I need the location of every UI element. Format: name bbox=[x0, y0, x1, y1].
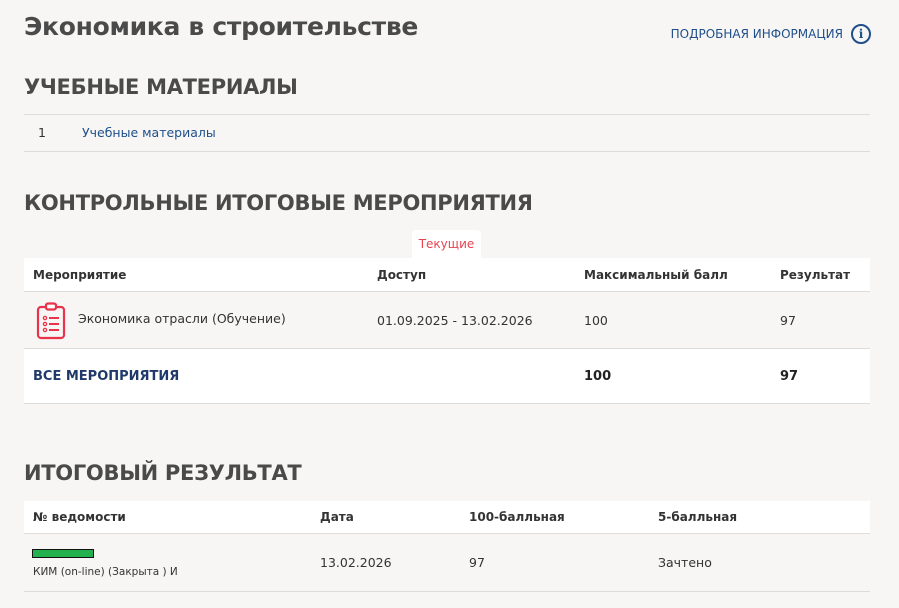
total-label: ВСЕ МЕРОПРИЯТИЯ bbox=[33, 369, 180, 384]
divider bbox=[24, 348, 870, 349]
col-100-scale: 100-балльная bbox=[469, 510, 565, 524]
event-name[interactable]: Экономика отрасли (Обучение) bbox=[78, 311, 286, 326]
divider bbox=[24, 533, 870, 534]
progress-fill bbox=[33, 550, 93, 557]
event-max: 100 bbox=[584, 313, 608, 328]
col-max-score: Максимальный балл bbox=[584, 268, 728, 282]
divider bbox=[24, 591, 870, 592]
total-result: 97 bbox=[780, 369, 799, 384]
col-statement-number: № ведомости bbox=[33, 510, 126, 524]
col-event: Мероприятие bbox=[33, 268, 127, 282]
divider bbox=[24, 403, 870, 404]
page-title: Экономика в строительстве bbox=[24, 12, 419, 41]
progress-bar bbox=[32, 549, 94, 558]
info-icon: i bbox=[851, 24, 871, 44]
col-date: Дата bbox=[320, 510, 354, 524]
materials-heading: УЧЕБНЫЕ МАТЕРИАЛЫ bbox=[24, 75, 298, 99]
col-5-scale: 5-балльная bbox=[658, 510, 738, 524]
final-date: 13.02.2026 bbox=[320, 555, 392, 570]
tab-current[interactable]: Текущие bbox=[412, 230, 481, 258]
col-access: Доступ bbox=[377, 268, 427, 282]
final-table-header bbox=[24, 501, 870, 533]
event-result: 97 bbox=[780, 313, 796, 328]
details-link-label: ПОДРОБНАЯ ИНФОРМАЦИЯ bbox=[670, 27, 843, 41]
event-access: 01.09.2025 - 13.02.2026 bbox=[377, 313, 533, 328]
final-heading: ИТОГОВЫЙ РЕЗУЛЬТАТ bbox=[24, 461, 302, 485]
details-link[interactable]: ПОДРОБНАЯ ИНФОРМАЦИЯ i bbox=[671, 24, 871, 44]
total-max: 100 bbox=[584, 369, 612, 384]
divider bbox=[24, 114, 870, 115]
divider bbox=[24, 151, 870, 152]
control-heading: КОНТРОЛЬНЫЕ ИТОГОВЫЕ МЕРОПРИЯТИЯ bbox=[24, 191, 533, 215]
final-score-100: 97 bbox=[469, 555, 485, 570]
clipboard-icon bbox=[36, 302, 66, 340]
divider bbox=[24, 291, 870, 292]
statement-name: КИМ (on-line) (Закрыта ) И bbox=[33, 566, 178, 578]
control-table-header bbox=[24, 258, 870, 291]
final-score-5: Зачтено bbox=[658, 555, 712, 570]
material-link[interactable]: Учебные материалы bbox=[82, 125, 216, 140]
material-number: 1 bbox=[38, 125, 46, 140]
col-result: Результат bbox=[780, 268, 851, 282]
